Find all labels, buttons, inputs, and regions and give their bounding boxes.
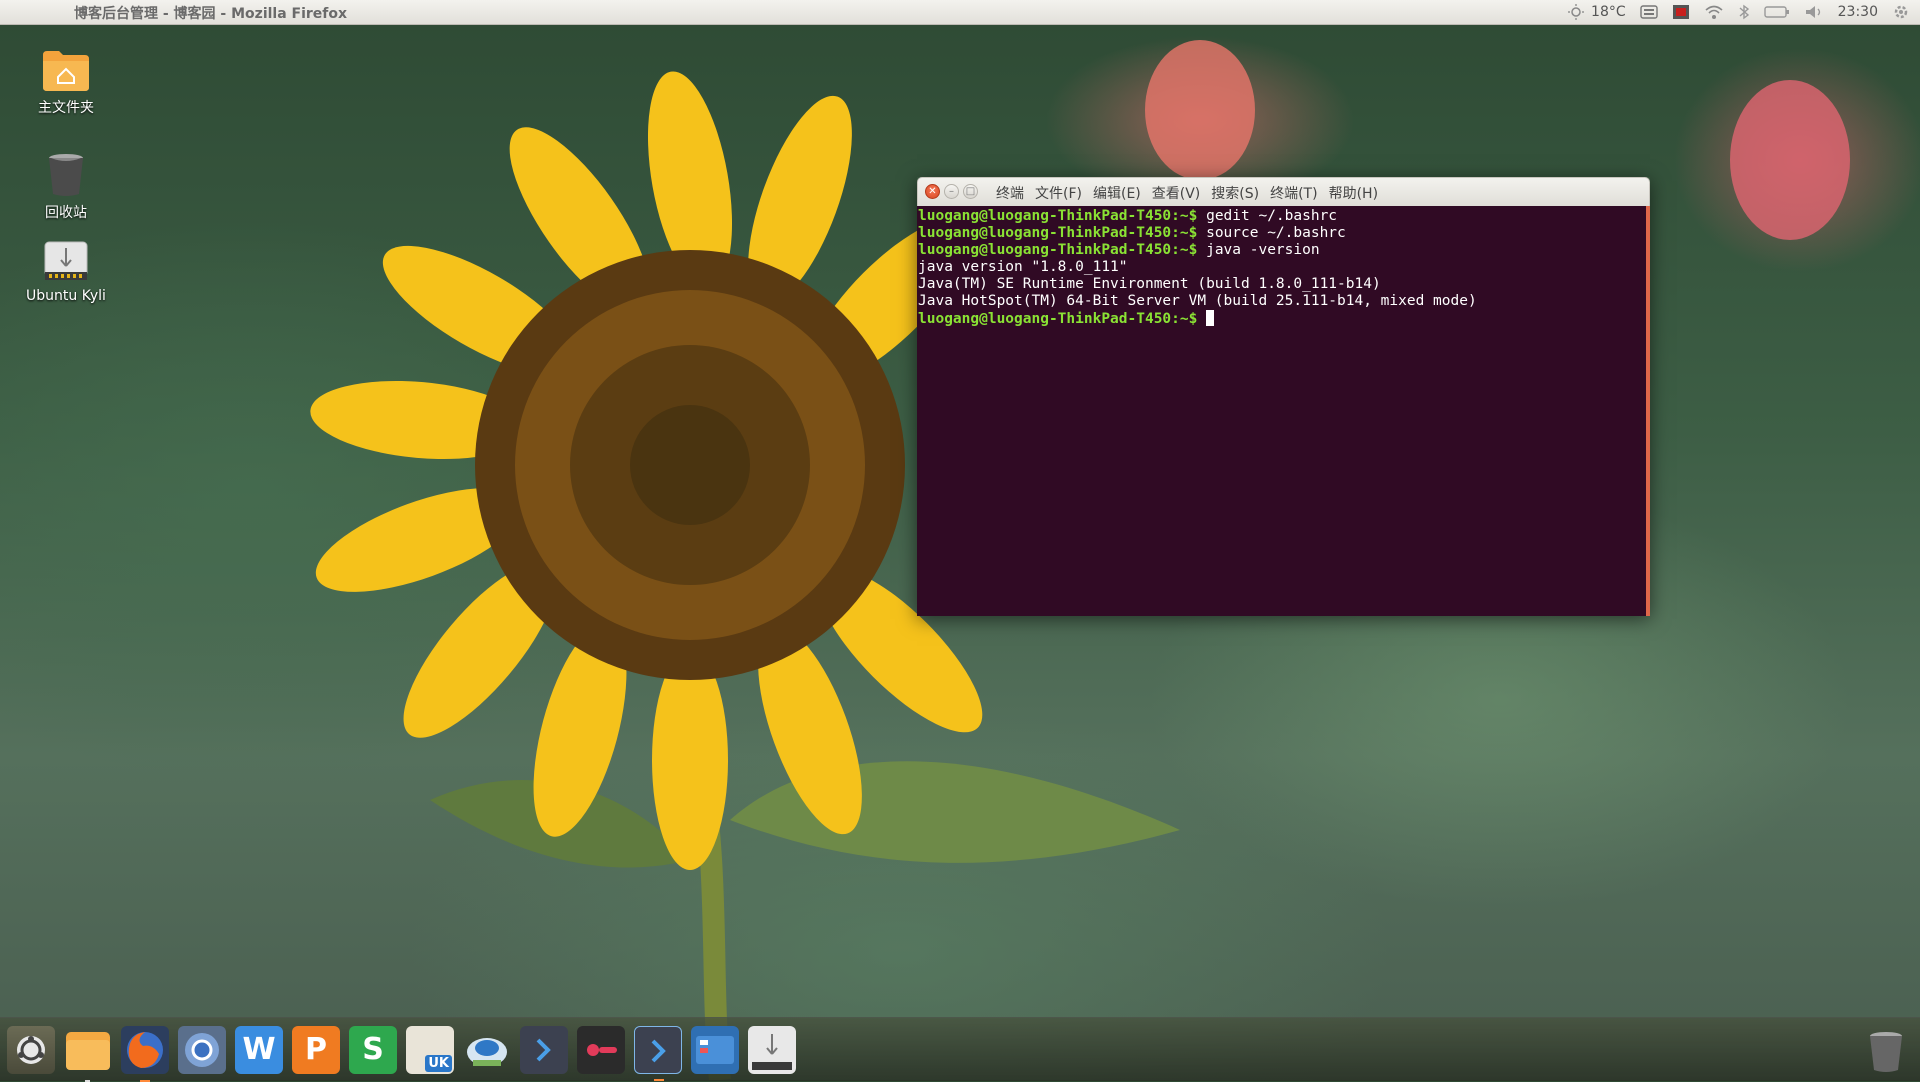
terminal-command: gedit ~/.bashrc [1197,208,1338,224]
ubuntu-kylin-logo-icon [17,1036,45,1064]
desktop-icon-label: 主文件夹 [38,100,94,116]
terminal-output-line: Java HotSpot(TM) 64-Bit Server VM (build… [918,293,1477,309]
record-icon[interactable] [1672,4,1690,20]
terminal-line: luogang@luogang-ThinkPad-T450:~$ java -v… [918,242,1646,259]
dock-item-terminal-1[interactable] [520,1026,568,1074]
trash-icon [1870,1032,1902,1072]
gear-icon[interactable] [1892,3,1910,21]
active-window-title: 博客后台管理 - 博客园 - Mozilla Firefox [74,6,348,22]
terminal-window[interactable]: ✕ – □ 终端 文件(F) 编辑(E) 查看(V) 搜索(S) 终端(T) 帮… [917,177,1650,616]
terminal-prompt: luogang@luogang-ThinkPad-T450:~$ [918,225,1198,241]
menu-app-title[interactable]: 终端 [996,183,1024,203]
desktop-icon-label: 回收站 [45,205,87,221]
dock-item-terminal-2[interactable] [634,1026,682,1081]
close-button[interactable]: ✕ [925,184,940,199]
chromium-icon [185,1033,219,1067]
weather-temperature: 18°C [1591,4,1626,20]
menu-view[interactable]: 查看(V) [1152,183,1201,203]
dock-item-recorder[interactable] [577,1026,625,1074]
close-icon: ✕ [928,186,937,197]
usb-drive-icon [41,236,91,284]
dock-item-firefox[interactable] [121,1026,169,1082]
minimize-button[interactable]: – [944,184,959,199]
minimize-icon: – [949,186,954,197]
wps-writer-icon: W [242,1032,276,1067]
desktop-icon-trash[interactable]: 回收站 [11,150,121,222]
battery-icon[interactable] [1763,5,1790,19]
terminal-command: java -version [1197,242,1320,258]
dock-item-ubuntu-kylin[interactable] [7,1026,55,1074]
system-tray: 18°C 23:30 [1567,0,1910,24]
menu-search[interactable]: 搜索(S) [1211,183,1259,203]
terminal-icon [651,1039,666,1063]
dock-item-files[interactable] [64,1026,112,1082]
desktop-icon-usb-drive[interactable]: Ubuntu Kyli [11,236,121,304]
terminal-prompt: luogang@luogang-ThinkPad-T450:~$ [918,311,1198,327]
terminal-line: luogang@luogang-ThinkPad-T450:~$ source … [918,225,1646,242]
dock-item-trash[interactable] [1862,1026,1910,1074]
terminal-titlebar[interactable]: ✕ – □ 终端 文件(F) 编辑(E) 查看(V) 搜索(S) 终端(T) 帮… [917,177,1650,206]
terminal-output-line: java version "1.8.0_111" [918,259,1128,275]
maximize-button[interactable]: □ [963,184,978,199]
firefox-icon [127,1032,163,1068]
dock: W P S UK [0,1017,1920,1082]
usb-drive-icon [752,1034,792,1070]
terminal-command [1197,311,1206,327]
terminal-command: source ~/.bashrc [1197,225,1346,241]
weather-icon [1568,4,1585,20]
software-center-icon: UK [425,1055,452,1072]
menu-edit[interactable]: 编辑(E) [1093,183,1141,203]
terminal-line: luogang@luogang-ThinkPad-T450:~$ gedit ~… [918,208,1646,225]
wps-spreadsheets-icon: S [362,1032,384,1067]
screenshot-icon [467,1038,507,1066]
trash-icon [41,150,91,198]
dock-item-workspace[interactable] [691,1026,739,1074]
terminal-prompt: luogang@luogang-ThinkPad-T450:~$ [918,208,1198,224]
keyboard-icon[interactable] [1639,5,1658,19]
top-panel: 博客后台管理 - 博客园 - Mozilla Firefox 18°C 23:3… [0,0,1920,25]
volume-icon[interactable] [1804,4,1824,20]
terminal-menubar: 终端 文件(F) 编辑(E) 查看(V) 搜索(S) 终端(T) 帮助(H) [996,183,1378,203]
weather-indicator[interactable]: 18°C [1567,3,1626,21]
menu-help[interactable]: 帮助(H) [1329,183,1378,203]
dock-item-wps-spreadsheets[interactable]: S [349,1026,397,1074]
terminal-line: luogang@luogang-ThinkPad-T450:~$ [918,310,1646,328]
wps-presentation-icon: P [305,1032,327,1067]
terminal-cursor [1206,310,1215,326]
dock-item-software-center[interactable]: UK [406,1026,454,1074]
terminal-icon [536,1038,551,1062]
dock-item-screenshot[interactable] [463,1026,511,1074]
terminal-output-line: Java(TM) SE Runtime Environment (build 1… [918,276,1381,292]
dock-item-wps-presentation[interactable]: P [292,1026,340,1074]
desktop-icon-home-folder[interactable]: 主文件夹 [11,45,121,117]
dock-item-usb[interactable] [748,1026,796,1074]
home-folder-icon [41,45,91,93]
dock-item-wps-writer[interactable]: W [235,1026,283,1074]
bluetooth-icon[interactable] [1738,4,1750,20]
files-icon [66,1032,110,1070]
workspace-switcher-icon [696,1036,734,1064]
clock[interactable]: 23:30 [1838,4,1878,20]
maximize-icon: □ [965,186,976,197]
recorder-icon [587,1044,617,1056]
dock-item-chromium[interactable] [178,1026,226,1074]
terminal-prompt: luogang@luogang-ThinkPad-T450:~$ [918,242,1198,258]
desktop-icon-label: Ubuntu Kyli [26,288,106,304]
wifi-icon[interactable] [1704,4,1724,20]
terminal-output[interactable]: luogang@luogang-ThinkPad-T450:~$ gedit ~… [917,206,1650,616]
menu-file[interactable]: 文件(F) [1035,183,1082,203]
menu-terminal[interactable]: 终端(T) [1270,183,1317,203]
